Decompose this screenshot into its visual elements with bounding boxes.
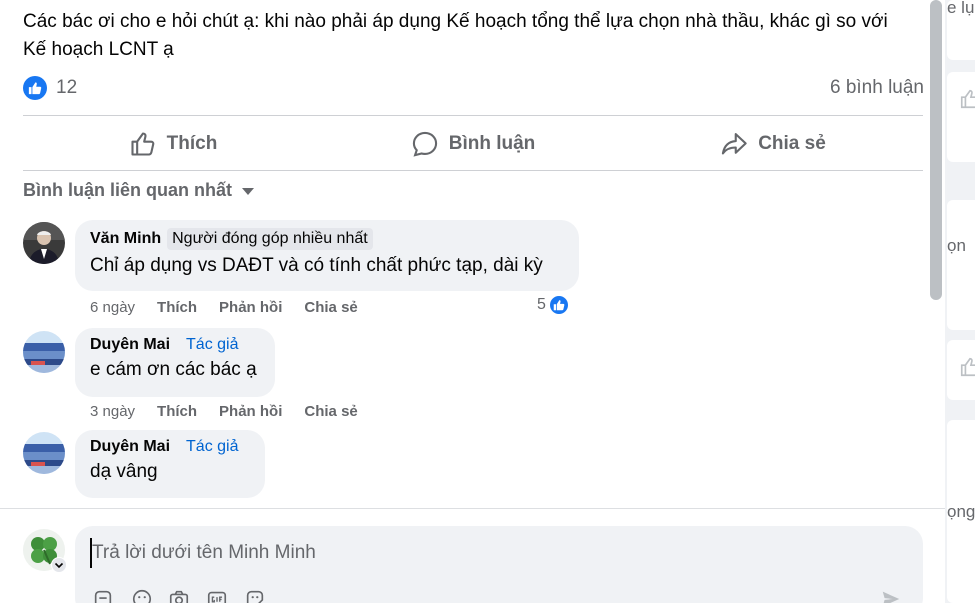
comment-actions: 6 ngày Thích Phản hồi Chia sẻ [90, 299, 358, 316]
comment-reply-link[interactable]: Phản hồi [219, 403, 282, 420]
caret-down-icon [242, 187, 254, 195]
comment-bubble: Duyên Mai Tác giả e cám ơn các bác ạ [75, 328, 275, 397]
avatar[interactable] [23, 432, 65, 474]
comment-like-link[interactable]: Thích [157, 299, 197, 316]
comment-time[interactable]: 6 ngày [90, 299, 135, 316]
comment-bubble: Văn Minh Người đóng góp nhiều nhất Chỉ á… [75, 220, 579, 291]
avatar-image [23, 432, 65, 474]
comment-author[interactable]: Duyên Mai [90, 438, 170, 456]
like-button-label: Thích [166, 133, 218, 154]
background-text: e lụ [947, 0, 975, 17]
like-reaction-icon [547, 294, 570, 316]
like-button[interactable]: Thích [23, 118, 323, 170]
comment-author[interactable]: Văn Minh [90, 230, 161, 248]
comment-button-label: Bình luận [448, 133, 536, 154]
comment-reaction-count[interactable]: 5 [537, 294, 570, 316]
like-outline-icon [960, 357, 975, 377]
like-outline-icon [960, 89, 975, 109]
reply-composer [0, 508, 945, 603]
divider [23, 170, 923, 171]
author-tag: Tác giả [186, 438, 239, 455]
reaction-summary[interactable]: 12 [23, 73, 77, 103]
reply-input[interactable] [90, 538, 870, 568]
emoji-icon[interactable] [131, 588, 153, 603]
comment-icon [412, 131, 437, 157]
background-text: ọng [947, 502, 975, 521]
comment-share-link[interactable]: Chia sẻ [304, 403, 357, 420]
author-tag: Tác giả [186, 336, 239, 353]
background-card [947, 200, 975, 330]
chevron-down-icon [54, 562, 64, 569]
top-contributor-badge: Người đóng góp nhiều nhất [167, 228, 373, 250]
reaction-count: 12 [56, 77, 78, 98]
send-icon[interactable] [880, 588, 902, 603]
avatar[interactable] [23, 222, 65, 264]
avatar-image [23, 331, 65, 373]
avatar[interactable] [23, 331, 65, 373]
background-text: ọn [947, 236, 966, 255]
camera-icon[interactable] [168, 588, 190, 603]
comment-time[interactable]: 3 ngày [90, 403, 135, 420]
scrollbar-thumb[interactable] [930, 0, 942, 300]
comment-bubble: Duyên Mai Tác giả dạ vâng [75, 430, 265, 498]
sticker-smile-icon[interactable] [244, 588, 266, 603]
background-card [947, 72, 975, 162]
comment-actions: 3 ngày Thích Phản hồi Chia sẻ [90, 403, 358, 420]
comment-reaction-number: 5 [537, 296, 546, 313]
avatar-image [23, 222, 65, 264]
share-button-label: Chia sẻ [758, 133, 826, 154]
comment-like-link[interactable]: Thích [157, 403, 197, 420]
comment-count-link[interactable]: 6 bình luận [830, 77, 924, 99]
comment-reply-link[interactable]: Phản hồi [219, 299, 282, 316]
post-text: Các bác ơi cho e hỏi chút ạ: khi nào phả… [23, 11, 888, 60]
sticker-icon[interactable] [92, 588, 114, 603]
profile-switch-button[interactable] [51, 557, 67, 573]
like-reaction-icon [23, 76, 47, 100]
comment-sort-dropdown[interactable]: Bình luận liên quan nhất [23, 180, 256, 201]
reply-box [75, 526, 923, 603]
share-button[interactable]: Chia sẻ [623, 118, 923, 170]
like-icon [131, 132, 155, 156]
comments-scroll-area[interactable]: Các bác ơi cho e hỏi chút ạ: khi nào phả… [0, 0, 945, 508]
comment-text: dạ vâng [90, 461, 158, 482]
share-icon [722, 133, 747, 155]
background-feed: e lụ ọn ọng [945, 0, 975, 603]
comment-author[interactable]: Duyên Mai [90, 336, 170, 354]
comment-share-link[interactable]: Chia sẻ [304, 299, 357, 316]
comment-text: e cám ơn các bác ạ [90, 359, 257, 380]
post-action-bar: Thích Bình luận Chia sẻ [23, 118, 923, 170]
gif-icon[interactable] [206, 588, 228, 603]
divider [23, 115, 923, 116]
comment-button[interactable]: Bình luận [323, 118, 623, 170]
comment-sort-label: Bình luận liên quan nhất [23, 180, 232, 200]
post-dialog: Các bác ơi cho e hỏi chút ạ: khi nào phả… [0, 0, 945, 603]
comment-text: Chỉ áp dụng vs DAĐT và có tính chất phức… [90, 255, 543, 276]
